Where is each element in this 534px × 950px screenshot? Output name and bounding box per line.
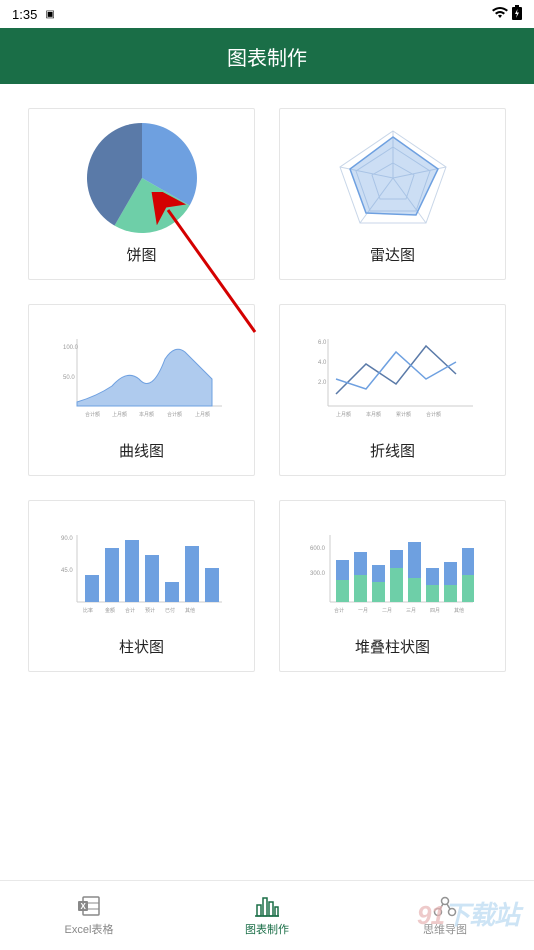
svg-text:100.0: 100.0 — [63, 345, 79, 351]
svg-text:上月额: 上月额 — [195, 411, 210, 418]
svg-text:合计额: 合计额 — [85, 411, 100, 418]
app-header: 图表制作 — [0, 28, 534, 84]
svg-text:合计: 合计 — [334, 607, 344, 614]
status-time: 1:35 — [12, 7, 37, 22]
nav-excel[interactable]: X Excel表格 — [0, 881, 178, 950]
svg-text:50.0: 50.0 — [63, 375, 75, 381]
svg-text:合计额: 合计额 — [167, 411, 182, 418]
chart-card-area[interactable]: 100.0 50.0 合计额 上月额 本月额 合计额 上月额 曲线图 — [28, 304, 255, 476]
chart-card-pie[interactable]: 饼图 — [28, 108, 255, 280]
svg-text:比率: 比率 — [83, 607, 93, 614]
radar-thumb — [290, 119, 495, 236]
svg-text:一月: 一月 — [358, 608, 368, 614]
line-thumb: 6.0 4.0 2.0 上月额 本月额 累计额 合计额 — [290, 315, 495, 432]
chart-label: 饼图 — [39, 236, 244, 269]
chart-label: 雷达图 — [290, 236, 495, 269]
bar-thumb: 90.0 45.0 比率 金额 合计 预计 已付 其他 — [39, 511, 244, 628]
chart-label: 柱状图 — [39, 628, 244, 661]
area-thumb: 100.0 50.0 合计额 上月额 本月额 合计额 上月额 — [39, 315, 244, 432]
excel-icon: X — [77, 894, 101, 918]
svg-text:X: X — [81, 902, 87, 911]
svg-text:上月额: 上月额 — [336, 411, 351, 418]
svg-text:其他: 其他 — [454, 607, 464, 614]
chart-icon — [254, 894, 280, 918]
svg-text:三月: 三月 — [406, 608, 416, 614]
pie-icon — [87, 123, 197, 233]
page-title: 图表制作 — [227, 42, 307, 71]
svg-text:已付: 已付 — [165, 607, 175, 614]
status-bar: 1:35 ▣ — [0, 0, 534, 28]
pie-thumb — [39, 119, 244, 236]
svg-text:累计额: 累计额 — [396, 411, 411, 418]
svg-text:6.0: 6.0 — [318, 340, 327, 346]
svg-text:300.0: 300.0 — [310, 571, 326, 577]
svg-text:本月额: 本月额 — [139, 411, 154, 418]
chart-grid: 饼图 雷达图 100.0 50.0 — [0, 84, 534, 696]
chart-label: 折线图 — [290, 432, 495, 465]
svg-text:4.0: 4.0 — [318, 360, 327, 366]
watermark-sub: 下载站 — [444, 900, 519, 930]
stacked-icon: 600.0 300.0 — [308, 520, 478, 620]
battery-icon — [512, 5, 522, 23]
svg-text:上月额: 上月额 — [112, 411, 127, 418]
nav-label: 图表制作 — [245, 921, 289, 937]
wifi-icon — [492, 7, 508, 22]
svg-text:四月: 四月 — [430, 608, 440, 614]
svg-text:合计: 合计 — [125, 607, 135, 614]
svg-text:2.0: 2.0 — [318, 380, 327, 386]
svg-text:45.0: 45.0 — [61, 568, 73, 574]
chart-card-line[interactable]: 6.0 4.0 2.0 上月额 本月额 累计额 合计额 折线图 — [279, 304, 506, 476]
line-icon: 6.0 4.0 2.0 上月额 本月额 累计额 合计额 — [308, 324, 478, 424]
nav-label: Excel表格 — [65, 921, 114, 937]
watermark: 91下载站 — [408, 894, 528, 932]
watermark-main: 91 — [417, 900, 444, 930]
chart-label: 堆叠柱状图 — [290, 628, 495, 661]
svg-text:600.0: 600.0 — [310, 546, 326, 552]
chart-card-radar[interactable]: 雷达图 — [279, 108, 506, 280]
bar-icon: 90.0 45.0 比率 金额 合计 预计 已付 其他 — [57, 520, 227, 620]
chart-card-bar[interactable]: 90.0 45.0 比率 金额 合计 预计 已付 其他 柱状图 — [28, 500, 255, 672]
radar-icon — [328, 123, 458, 233]
stacked-thumb: 600.0 300.0 — [290, 511, 495, 628]
svg-text:二月: 二月 — [382, 608, 392, 614]
chart-label: 曲线图 — [39, 432, 244, 465]
svg-text:金额: 金额 — [105, 607, 115, 614]
status-right — [492, 5, 522, 23]
chart-card-stacked[interactable]: 600.0 300.0 — [279, 500, 506, 672]
svg-text:合计额: 合计额 — [426, 411, 441, 418]
status-badge: ▣ — [45, 9, 54, 20]
svg-text:90.0: 90.0 — [61, 536, 73, 542]
svg-text:本月额: 本月额 — [366, 411, 381, 418]
svg-text:预计: 预计 — [145, 607, 155, 614]
area-icon: 100.0 50.0 合计额 上月额 本月额 合计额 上月额 — [57, 324, 227, 424]
svg-text:其他: 其他 — [185, 607, 195, 614]
nav-chart[interactable]: 图表制作 — [178, 881, 356, 950]
